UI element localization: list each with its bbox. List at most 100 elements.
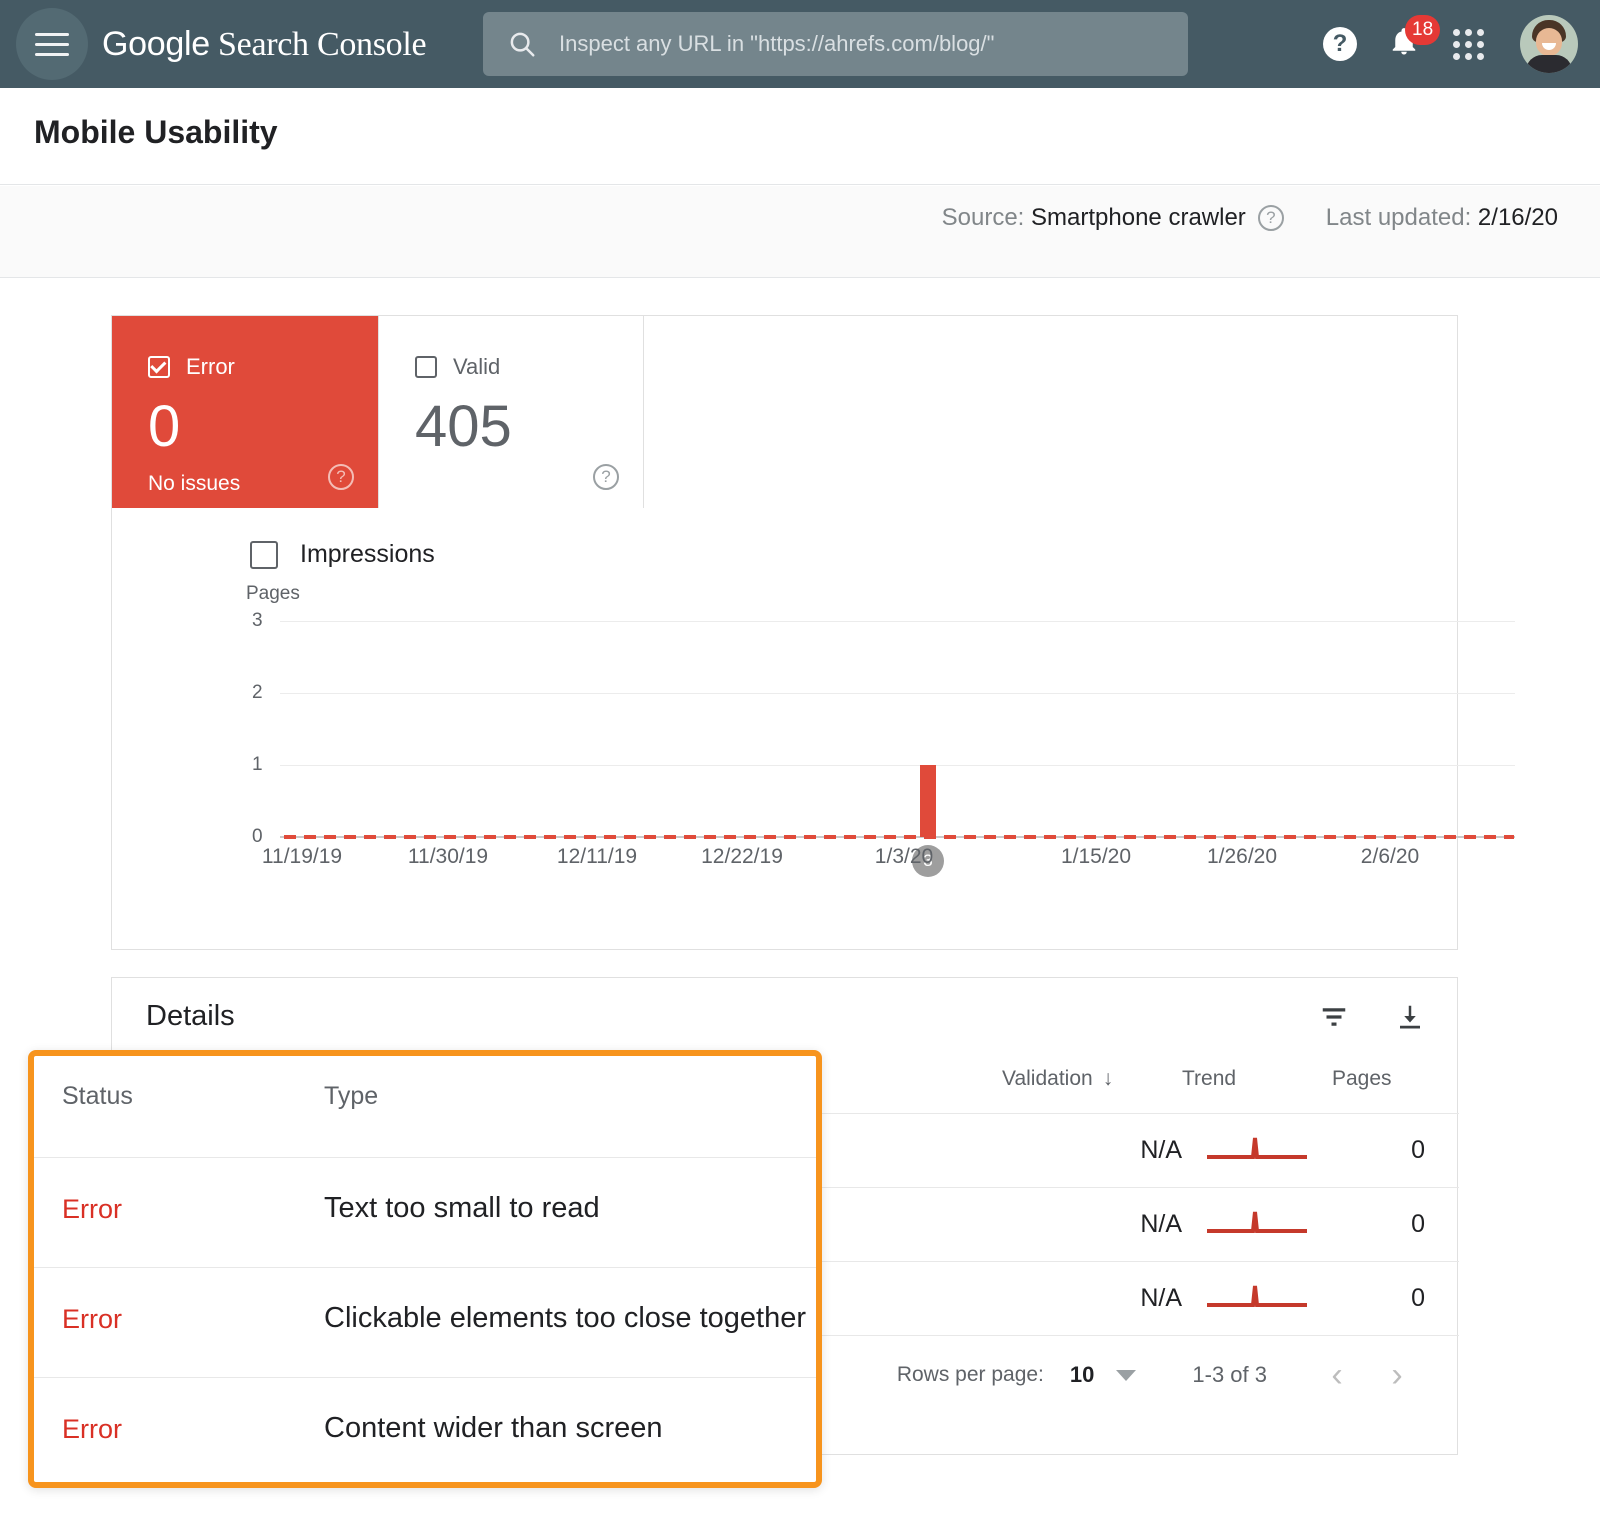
row-pages: 0 [1332, 1188, 1459, 1262]
source-bar: Source: Smartphone crawler ? Last update… [0, 186, 1600, 278]
xtick-7: 2/6/20 [1361, 845, 1419, 869]
details-title: Details [146, 1000, 235, 1033]
trend-sparkline-icon [1205, 1278, 1309, 1312]
row-trend [1182, 1114, 1332, 1188]
hamburger-bar [35, 33, 69, 36]
gridline-2 [280, 693, 1515, 694]
trend-sparkline-icon [1205, 1130, 1309, 1164]
row-validation: N/A [1002, 1262, 1182, 1336]
error-help-icon[interactable]: ? [328, 464, 354, 490]
rows-per-page-label: Rows per page: [897, 1363, 1044, 1387]
xtick-6: 1/26/20 [1207, 845, 1277, 869]
row-pages: 0 [1332, 1114, 1459, 1188]
xtick-5: 1/15/20 [1061, 845, 1131, 869]
url-inspection-search[interactable]: Inspect any URL in "https://ahrefs.com/b… [483, 12, 1188, 76]
chart-bar-spike[interactable] [920, 765, 936, 837]
status-cards: Error 0 No issues ? Valid 405 ? [112, 316, 644, 508]
chart-y-axis-label: Pages [246, 583, 300, 605]
details-header: Details [112, 978, 1457, 1053]
avatar[interactable] [1520, 15, 1578, 73]
row-trend [1182, 1188, 1332, 1262]
impressions-label: Impressions [300, 540, 435, 569]
status-card-valid-head: Valid [415, 354, 643, 380]
avatar-face [1536, 28, 1562, 56]
ytick-2: 2 [252, 682, 263, 704]
callout-row-status: Error [62, 1194, 122, 1225]
callout-row-status: Error [62, 1414, 122, 1445]
col-pages[interactable]: Pages [1332, 1053, 1459, 1114]
chart-card: Error 0 No issues ? Valid 405 ? Impressi… [111, 315, 1458, 950]
source-help-icon[interactable]: ? [1258, 205, 1284, 231]
rows-per-page-value[interactable]: 10 [1070, 1362, 1094, 1388]
pages-chart: Pages 3 2 1 0 3 11/19/19 11/30/19 12/11/… [112, 583, 1457, 913]
next-page-button[interactable]: › [1367, 1356, 1427, 1395]
page-title-bar: Mobile Usability [0, 88, 1600, 185]
notifications-button[interactable]: 18 [1372, 12, 1436, 76]
filter-icon[interactable] [1317, 1000, 1351, 1034]
notifications-badge: 18 [1405, 15, 1440, 45]
gridline-3 [280, 621, 1515, 622]
error-label: Error [186, 354, 235, 380]
row-validation: N/A [1002, 1188, 1182, 1262]
gridline-1 [280, 765, 1515, 766]
download-glyph [1395, 1002, 1425, 1032]
row-trend [1182, 1262, 1332, 1336]
chevron-down-icon[interactable] [1116, 1370, 1136, 1381]
callout-row[interactable]: Error Clickable elements too close toget… [34, 1268, 816, 1378]
chart-x-axis: 11/19/19 11/30/19 12/11/19 12/22/19 1/3/… [280, 845, 1515, 875]
valid-label: Valid [453, 354, 500, 380]
status-card-error[interactable]: Error 0 No issues ? [112, 316, 378, 508]
status-card-valid[interactable]: Valid 405 ? [378, 316, 644, 508]
callout-header-row: Status Type [34, 1056, 816, 1158]
sort-desc-icon: ↓ [1103, 1067, 1114, 1090]
download-icon[interactable] [1393, 1000, 1427, 1034]
xtick-0: 11/19/19 [262, 845, 342, 869]
brand-google: Google [102, 25, 210, 63]
impressions-toggle[interactable]: Impressions [250, 540, 1457, 569]
pagination-range: 1-3 of 3 [1192, 1362, 1267, 1388]
bell-icon: 18 [1389, 27, 1419, 61]
hamburger-bar [35, 53, 69, 56]
brand-search-console: Search Console [210, 26, 426, 63]
header-actions: ? 18 [1308, 0, 1578, 88]
details-actions [1317, 1000, 1427, 1034]
search-input[interactable]: Inspect any URL in "https://ahrefs.com/b… [559, 31, 994, 57]
callout-col-type: Type [324, 1082, 378, 1111]
app-brand[interactable]: Google Search Console [102, 25, 426, 64]
callout-col-status: Status [62, 1082, 133, 1111]
hamburger-bar [35, 43, 69, 46]
valid-checkbox[interactable] [415, 356, 437, 378]
hamburger-icon[interactable] [16, 8, 88, 80]
apps-grid-glyph [1453, 29, 1483, 59]
help-icon[interactable]: ? [1308, 12, 1372, 76]
highlight-callout: Status Type Error Text too small to read… [28, 1050, 822, 1488]
callout-row-type: Text too small to read [324, 1192, 600, 1225]
ytick-3: 3 [252, 610, 263, 632]
col-trend[interactable]: Trend [1182, 1053, 1332, 1114]
status-card-error-head: Error [148, 354, 378, 380]
callout-row-type: Clickable elements too close together [324, 1302, 806, 1335]
prev-page-button[interactable]: ‹ [1307, 1356, 1367, 1395]
app-header: Google Search Console Inspect any URL in… [0, 0, 1600, 88]
xtick-4: 1/3/20 [875, 845, 933, 869]
search-icon [507, 29, 537, 59]
valid-count: 405 [415, 398, 643, 456]
row-validation: N/A [1002, 1114, 1182, 1188]
error-checkbox[interactable] [148, 356, 170, 378]
row-pages: 0 [1332, 1262, 1459, 1336]
callout-row[interactable]: Error Text too small to read [34, 1158, 816, 1268]
callout-row[interactable]: Error Content wider than screen [34, 1378, 816, 1488]
avatar-body [1526, 55, 1572, 73]
chart-series-baseline [284, 835, 1514, 839]
col-validation[interactable]: Validation ↓ [1002, 1053, 1182, 1114]
valid-help-icon[interactable]: ? [593, 464, 619, 490]
xtick-1: 11/30/19 [408, 845, 488, 869]
last-updated-value: 2/16/20 [1478, 204, 1558, 232]
xtick-3: 12/22/19 [701, 845, 783, 869]
source-info: Source: Smartphone crawler ? Last update… [942, 204, 1558, 232]
col-validation-label: Validation [1002, 1067, 1093, 1090]
help-glyph: ? [1323, 27, 1357, 61]
impressions-checkbox[interactable] [250, 541, 278, 569]
apps-grid-icon[interactable] [1436, 12, 1500, 76]
callout-row-type: Content wider than screen [324, 1412, 663, 1445]
